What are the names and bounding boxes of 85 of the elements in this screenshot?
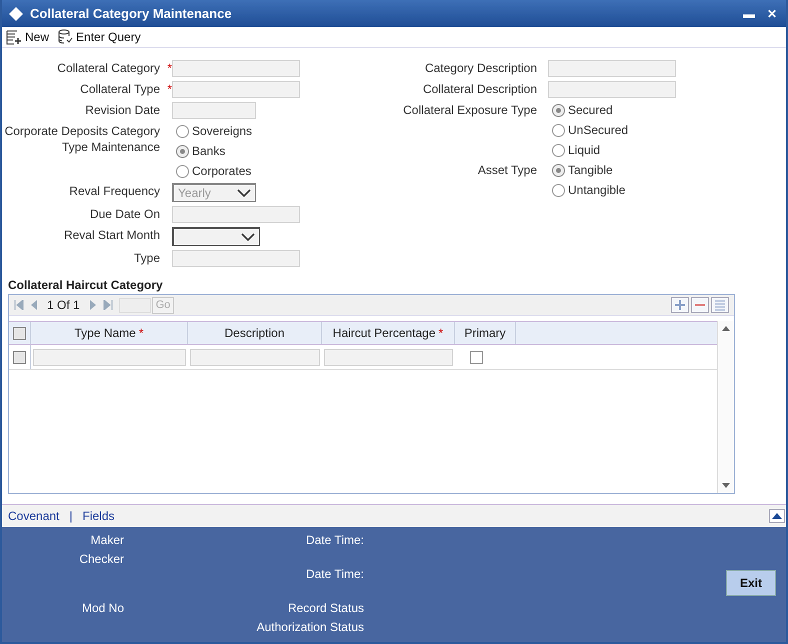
radio-label: Corporates	[192, 163, 252, 179]
scroll-down-icon[interactable]	[722, 483, 730, 489]
radio-button[interactable]	[552, 124, 565, 136]
field-label: Category Description	[424, 61, 537, 75]
footer-link[interactable]: Covenant	[8, 509, 60, 523]
radio-button[interactable]	[176, 144, 189, 158]
description-field[interactable]	[190, 348, 320, 366]
audit-label: Checker	[79, 551, 124, 568]
field-label: Corporate Deposits Category Type Maintenance	[4, 124, 160, 154]
dropdown[interactable]	[172, 227, 260, 246]
delete-row-icon[interactable]	[691, 297, 709, 313]
list-icon[interactable]	[711, 297, 729, 313]
text-field[interactable]	[548, 81, 676, 98]
audit-label: Authorization Status	[256, 619, 364, 636]
close-button[interactable]: ✕	[764, 6, 780, 20]
radio-label: UnSecured	[568, 122, 628, 138]
radio-label: Tangible	[568, 162, 613, 178]
add-row-icon[interactable]	[671, 297, 689, 313]
scrollbar[interactable]	[718, 321, 734, 493]
radio-button[interactable]	[176, 164, 189, 178]
field-label: Collateral Category	[57, 61, 160, 75]
row-checkbox[interactable]	[13, 350, 26, 364]
column-title: Primary	[464, 326, 506, 340]
collapse-icon[interactable]	[769, 509, 785, 523]
field-label: Collateral Exposure Type	[403, 103, 537, 117]
scroll-up-icon[interactable]	[722, 325, 730, 331]
radio-label: Liquid	[568, 142, 600, 158]
page-field[interactable]	[118, 298, 151, 312]
select-all-checkbox[interactable]	[13, 326, 26, 340]
radio-button[interactable]	[176, 124, 189, 138]
last-page-icon[interactable]	[102, 300, 113, 310]
audit-label: Date Time:	[306, 566, 364, 583]
radio-button[interactable]	[552, 104, 565, 116]
text-field[interactable]	[172, 81, 300, 98]
radio-label: Secured	[568, 102, 613, 118]
required-asterisk: *	[438, 326, 444, 340]
minimize-button[interactable]: ▬	[740, 6, 758, 20]
required-asterisk: *	[138, 326, 144, 340]
primary-checkbox[interactable]	[470, 350, 483, 364]
radio-button[interactable]	[552, 164, 565, 176]
type-name-field[interactable]	[33, 348, 186, 366]
text-field[interactable]	[172, 60, 300, 77]
audit-label: Date Time:	[306, 532, 364, 549]
next-page-icon[interactable]	[88, 300, 97, 310]
enter-query-button[interactable]: Enter Query	[55, 29, 143, 45]
page-indicator: 1 Of 1	[47, 298, 80, 312]
required-asterisk: *	[167, 60, 172, 76]
field-label: Due Date On	[90, 207, 160, 221]
column-title: Description	[224, 326, 285, 340]
field-label: Asset Type	[478, 163, 537, 177]
radio-label: Banks	[192, 143, 226, 159]
previous-page-icon[interactable]	[30, 300, 38, 310]
field-label: Reval Frequency	[69, 184, 160, 198]
audit-label: Mod No	[82, 600, 124, 617]
audit-label: Record Status	[288, 600, 364, 617]
column-title: Type Name	[74, 326, 136, 340]
chevron-down-icon	[241, 233, 255, 241]
diamond-icon	[8, 6, 24, 22]
exit-button[interactable]: Exit	[726, 570, 776, 596]
section-title: Collateral Haircut Category	[7, 277, 164, 294]
audit-label: Maker	[90, 532, 124, 549]
chevron-down-icon	[237, 189, 251, 197]
field-label: Revision Date	[85, 103, 160, 117]
radio-label: Untangible	[568, 182, 626, 198]
text-field[interactable]	[548, 60, 676, 77]
haircut-percentage-field[interactable]	[324, 348, 453, 366]
link-separator: |	[69, 509, 72, 523]
field-label: Type	[134, 251, 160, 265]
database-icon	[57, 29, 74, 45]
field-label: Collateral Description	[422, 82, 537, 96]
field-label: Reval Start Month	[64, 228, 160, 242]
text-field[interactable]	[172, 102, 256, 119]
footer-link[interactable]: Fields	[82, 509, 115, 523]
new-button[interactable]: New	[4, 29, 52, 45]
required-asterisk: *	[167, 81, 172, 97]
radio-button[interactable]	[552, 184, 565, 196]
first-page-icon[interactable]	[14, 300, 24, 310]
window-title: Collateral Category Maintenance	[30, 6, 232, 21]
text-field[interactable]	[172, 250, 300, 267]
radio-label: Sovereigns	[192, 123, 252, 139]
radio-button[interactable]	[552, 144, 565, 156]
field-label: Collateral Type	[80, 82, 160, 96]
new-document-icon	[6, 29, 22, 45]
text-field[interactable]	[172, 206, 300, 223]
column-title: Haircut Percentage	[332, 326, 436, 340]
